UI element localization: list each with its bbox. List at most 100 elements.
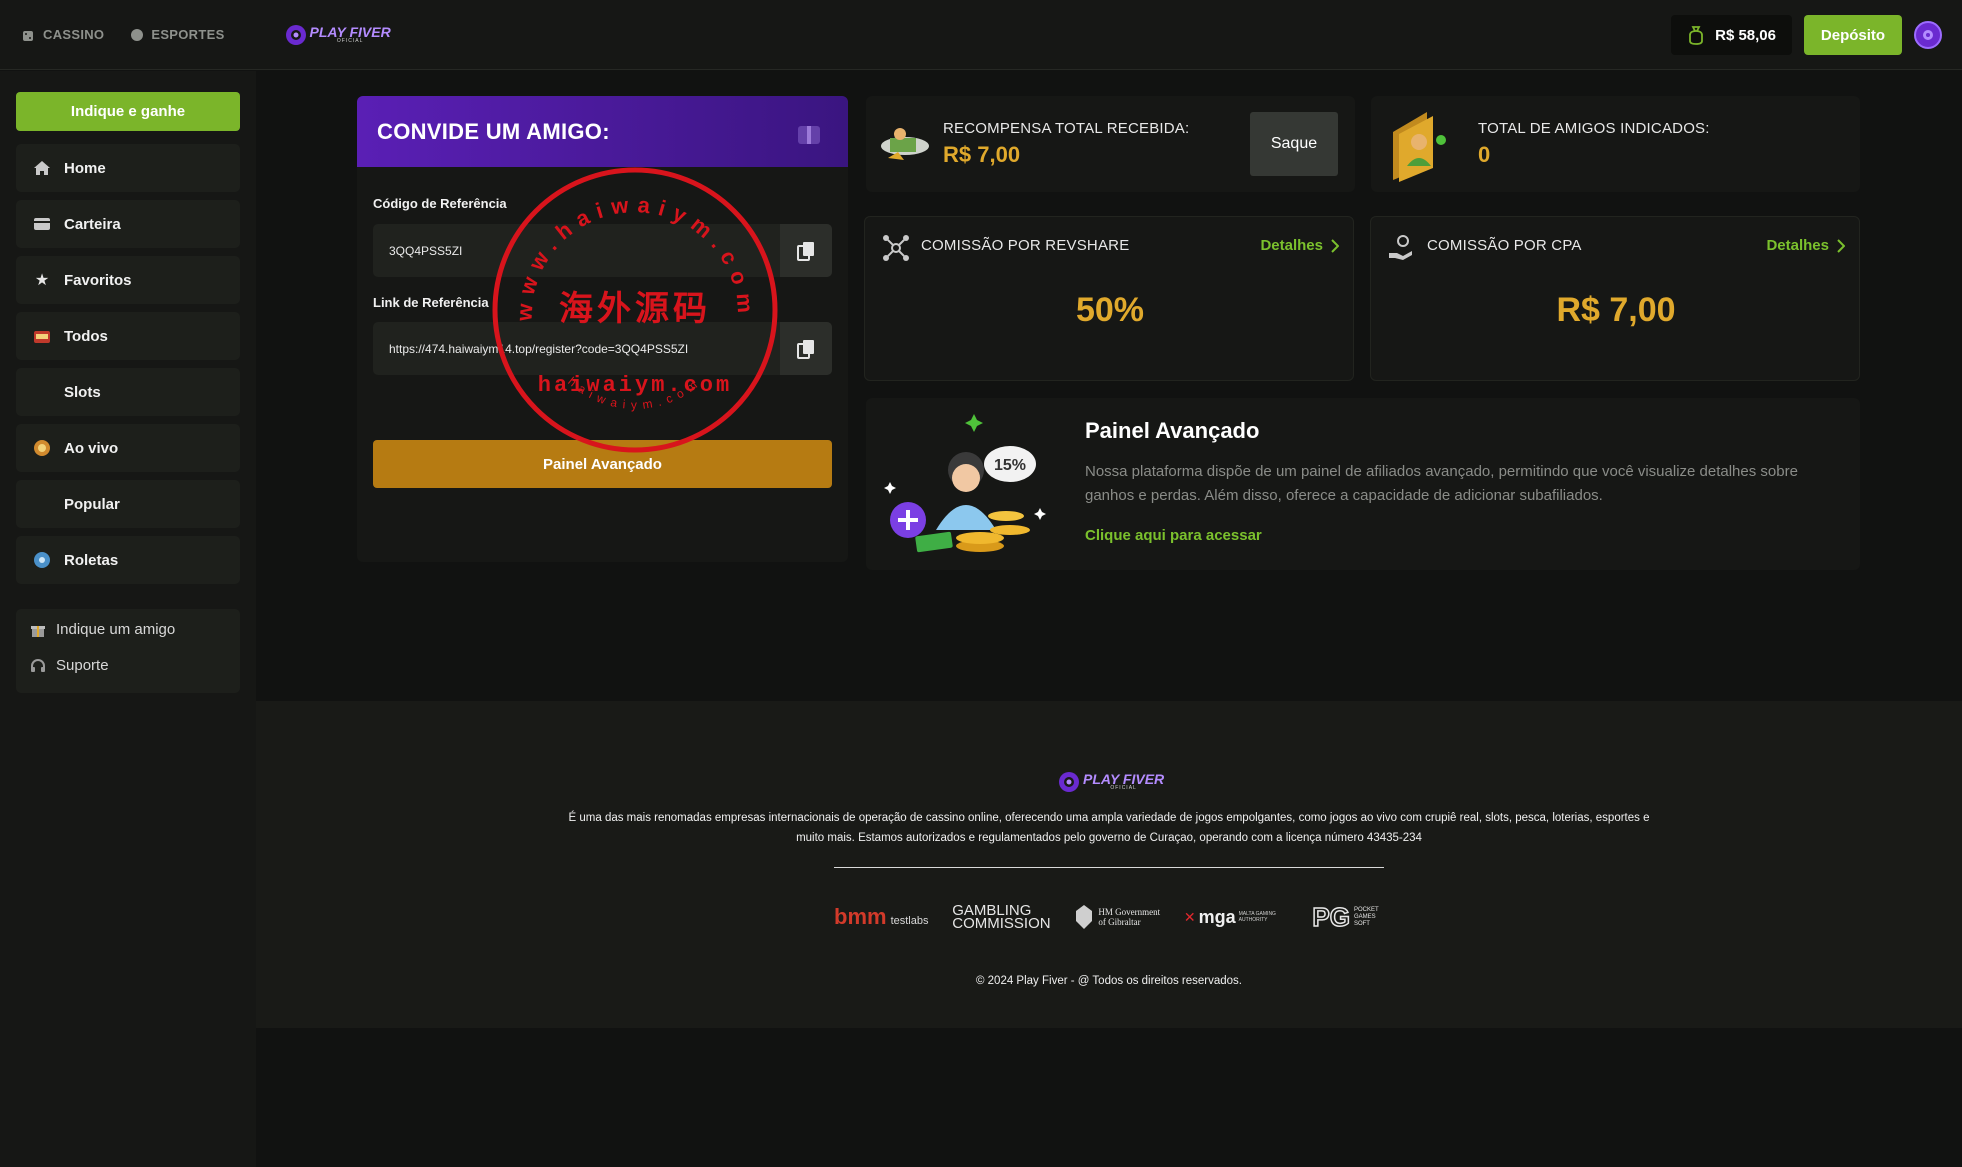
nav-esportes-label: ESPORTES [151,27,225,42]
mga-logo: ✕ mga MALTA GAMING AUTHORITY [1183,906,1276,927]
sidebar-item-label: Todos [64,327,108,345]
affiliate-illustration-icon: 15% [884,414,1046,553]
footer: PLAY FIVER OFICIAL É uma das mais renoma… [256,701,1962,1028]
chevron-right-icon [1331,238,1339,253]
advanced-description: Nossa plataforma dispõe de um painel de … [1085,463,1798,504]
brand-logo[interactable]: PLAY FIVER OFICIAL [285,24,391,46]
cpa-label: COMISSÃO POR CPA [1427,237,1582,254]
invite-header: CONVIDE UM AMIGO: [357,96,848,167]
gibraltar-logo: HM Government of Gibraltar [1074,904,1160,930]
top-nav: CASSINO ESPORTES [22,27,225,42]
money-plane-icon [881,128,929,160]
nav-cassino-label: CASSINO [43,27,105,42]
advanced-access-link[interactable]: Clique aqui para acessar [1085,527,1262,544]
footer-description: É uma das mais renomadas empresas intern… [568,812,1650,844]
cpa-details-link[interactable]: Detalhes [1766,237,1845,254]
revshare-value: 50% [1075,291,1145,329]
revshare-card: COMISSÃO POR REVSHARE Detalhes 50% [864,216,1354,381]
sidebar-secondary: Indique um amigo Suporte [16,609,240,693]
gift-box-icon [798,126,820,144]
copy-icon [797,339,814,359]
sidebar-link-label: Indique um amigo [56,621,176,638]
details-label: Detalhes [1766,237,1829,254]
dice-icon [23,30,33,41]
slot-machine-icon [32,326,52,346]
advanced-title: Painel Avançado [1085,418,1260,443]
user-avatar[interactable] [1914,21,1942,49]
nav-esportes[interactable]: ESPORTES [130,27,224,42]
reward-label: RECOMPENSA TOTAL RECEBIDA: [943,120,1190,137]
sidebar-item-label: Popular [64,495,120,513]
nav-cassino[interactable]: CASSINO [22,27,104,42]
reward-card: RECOMPENSA TOTAL RECEBIDA: R$ 7,00 Saque [866,96,1355,192]
reward-value: R$ 7,00 [943,142,1021,167]
sidebar-item-favoritos[interactable]: ★ Favoritos [16,256,240,304]
chevron-right-icon [1837,238,1845,253]
hand-coin-icon [1389,235,1412,260]
sidebar-item-carteira[interactable]: Carteira [16,200,240,248]
copy-code-button[interactable] [780,224,832,277]
sidebar-item-todos[interactable]: Todos [16,312,240,360]
home-icon [32,158,52,178]
cpa-card: COMISSÃO POR CPA Detalhes R$ 7,00 [1370,216,1860,381]
pg-soft-logo: PG POCKET GAMES SOFT [1312,901,1379,933]
sidebar-item-home[interactable]: Home [16,144,240,192]
live-icon [32,438,52,458]
money-bag-icon [1689,26,1704,45]
watermark-stamp: www.haiwaiym.com 海外源码 haiwaiym.com haiwa… [492,167,778,453]
badge-percent: 15% [994,457,1026,474]
account-area: R$ 58,06 Depósito [1671,15,1942,55]
wallet-icon [32,214,52,234]
deposit-button[interactable]: Depósito [1804,15,1902,55]
copy-icon [797,241,814,261]
watermark-chinese: 海外源码 [559,289,711,329]
link-label: Link de Referência [373,295,489,310]
sidebar-item-slots[interactable]: Slots [16,368,240,416]
roulette-icon [32,550,52,570]
sidebar-item-popular[interactable]: Popular [16,480,240,528]
cpa-value: R$ 7,00 [1556,291,1676,329]
friends-value: 0 [1478,142,1491,167]
sidebar-link-label: Suporte [56,657,109,674]
footer-logo-text: PLAY FIVER [1083,771,1165,787]
code-label: Código de Referência [373,196,507,211]
balance-display[interactable]: R$ 58,06 [1671,15,1792,55]
sidebar-item-label: Home [64,159,106,177]
sidebar-item-label: Carteira [64,215,121,233]
copy-link-button[interactable] [780,322,832,375]
sidebar-link-indique[interactable]: Indique um amigo [30,621,175,638]
star-icon: ★ [34,272,50,289]
gambling-commission-logo: GAMBLING COMMISSION [952,902,1051,932]
sidebar-link-suporte[interactable]: Suporte [30,657,109,674]
invite-title: CONVIDE UM AMIGO: [377,118,610,144]
invite-earn-button[interactable]: Indique e ganhe [16,92,240,131]
gift-icon [31,625,45,637]
sidebar-item-label: Roletas [64,551,119,569]
crest-icon [1076,905,1093,929]
friend-folder-icon [1393,112,1446,182]
sidebar-item-roletas[interactable]: Roletas [16,536,240,584]
friends-card: TOTAL DE AMIGOS INDICADOS: 0 [1371,96,1860,192]
logo-icon [285,24,306,45]
sidebar-item-label: Ao vivo [64,439,119,457]
revshare-label: COMISSÃO POR REVSHARE [921,237,1130,254]
withdraw-button[interactable]: Saque [1250,112,1338,176]
sidebar-item-label: Favoritos [64,271,132,289]
ball-icon [131,28,144,41]
network-icon [883,235,909,261]
partner-logos: bmm testlabs GAMBLING COMMISSION HM Gove… [834,897,1384,937]
headset-icon [31,658,45,672]
top-bar: CASSINO ESPORTES PLAY FIVER OFICIAL R$ 5… [0,0,1962,70]
page-bottom-area [256,1028,1962,1167]
footer-divider [834,867,1384,868]
sidebar: Indique e ganhe Home Carteira ★ Favorito… [0,71,256,1167]
sidebar-item-ao-vivo[interactable]: Ao vivo [16,424,240,472]
revshare-details-link[interactable]: Detalhes [1260,237,1339,254]
advanced-panel-card: 15% Painel Avançado Nossa plataforma dis… [866,398,1860,570]
friends-label: TOTAL DE AMIGOS INDICADOS: [1478,120,1710,137]
details-label: Detalhes [1260,237,1323,254]
copyright-text: © 2024 Play Fiver - @ Todos os direitos … [975,975,1243,987]
sidebar-item-label: Slots [64,383,101,401]
footer-logo[interactable]: PLAY FIVER OFICIAL [1058,771,1164,793]
avatar-icon [1923,30,1933,40]
